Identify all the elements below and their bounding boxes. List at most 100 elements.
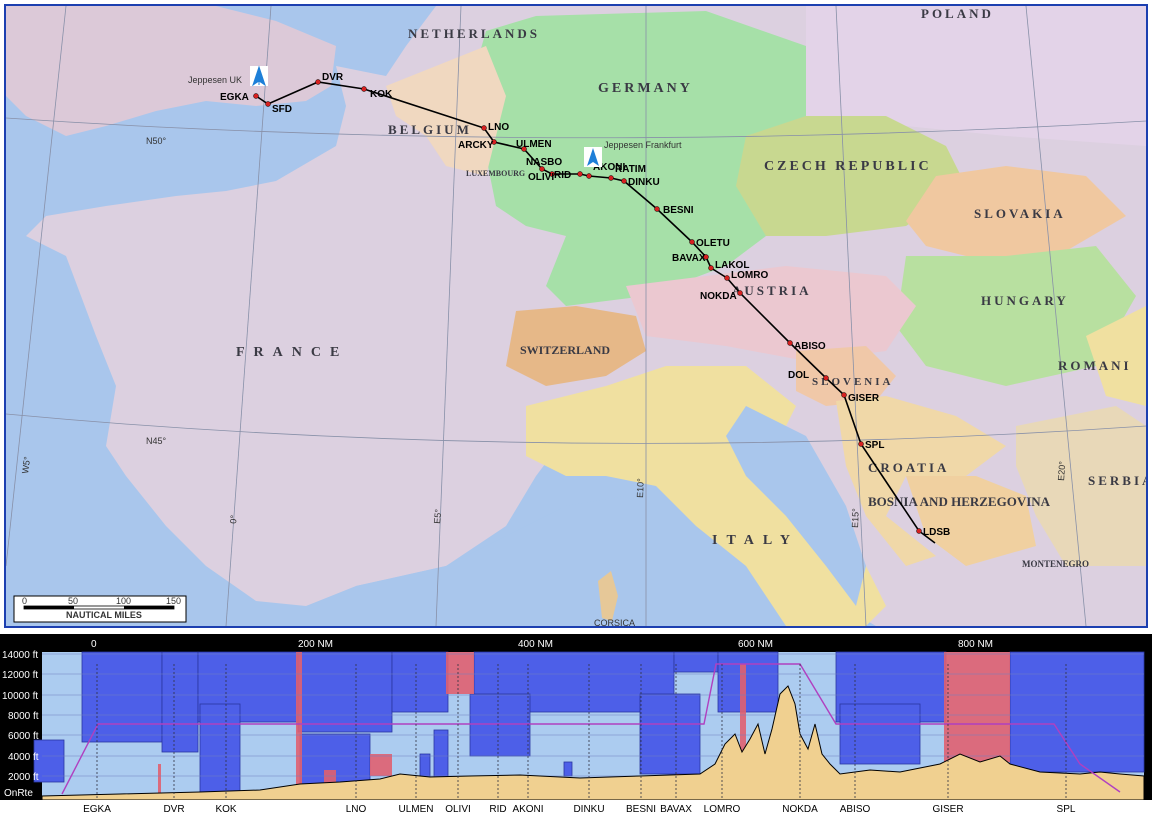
map-waypoint-arcky[interactable]: ARCKY xyxy=(458,139,497,152)
waypoint-marker[interactable] xyxy=(787,340,793,346)
waypoint-label: DVR xyxy=(322,72,344,83)
airspace-block[interactable] xyxy=(419,753,431,779)
profile-waypoint-lno[interactable]: LNO xyxy=(346,804,367,815)
profile-waypoint-ulmen[interactable]: ULMEN xyxy=(398,804,433,815)
restricted-airspace[interactable] xyxy=(158,764,161,794)
waypoint-marker[interactable] xyxy=(315,79,321,85)
airspace-block[interactable] xyxy=(433,729,449,781)
waypoint-label: DINKU xyxy=(628,177,660,188)
map-canvas[interactable]: POLAND NETHERLANDS GERMANY BELGIUM LUXEM… xyxy=(6,6,1146,626)
label-italy: ITALY xyxy=(712,533,799,548)
airspace-block[interactable] xyxy=(717,651,779,713)
waypoint-marker[interactable] xyxy=(654,206,660,212)
profile-waypoint-nokda[interactable]: NOKDA xyxy=(782,804,818,815)
waypoint-label: DOL xyxy=(788,370,809,381)
airspace-block[interactable] xyxy=(839,703,921,765)
gridlabel-e5: E5° xyxy=(432,508,443,524)
waypoint-marker[interactable] xyxy=(361,86,367,92)
airspace-block[interactable] xyxy=(391,651,449,713)
label-romania: ROMANI xyxy=(1058,358,1132,373)
map-waypoint-olivi[interactable]: OLIVI xyxy=(528,171,555,184)
waypoint-marker[interactable] xyxy=(253,93,259,99)
waypoint-label: BESNI xyxy=(663,205,694,216)
waypoint-marker[interactable] xyxy=(265,101,271,107)
map-waypoint-sfd[interactable]: SFD xyxy=(265,101,293,116)
label-czech: CZECH REPUBLIC xyxy=(764,159,932,174)
map-waypoint-dinku[interactable]: DINKU xyxy=(621,177,660,188)
airspace-block[interactable] xyxy=(673,651,719,673)
airspace-block[interactable] xyxy=(199,703,241,797)
distance-label-200: 200 NM xyxy=(298,639,333,650)
profile-waypoint-besni[interactable]: BESNI xyxy=(626,804,656,815)
profile-waypoint-dvr[interactable]: DVR xyxy=(163,804,184,815)
airspace-block[interactable] xyxy=(161,651,199,753)
map-waypoint-bavax[interactable]: BAVAX xyxy=(672,253,709,264)
waypoint-marker[interactable] xyxy=(586,173,592,179)
distance-axis: 0 200 NM 400 NM 600 NM 800 NM xyxy=(91,639,993,650)
profile-waypoint-kok[interactable]: KOK xyxy=(215,804,236,815)
profile-waypoint-abiso[interactable]: ABISO xyxy=(840,804,871,815)
profile-waypoint-spl[interactable]: SPL xyxy=(1057,804,1076,815)
profile-waypoint-dinku[interactable]: DINKU xyxy=(573,804,604,815)
label-austria: AUSTRIA xyxy=(732,283,812,298)
map-waypoint-lomro[interactable]: LOMRO xyxy=(724,270,769,281)
waypoint-marker[interactable] xyxy=(916,528,922,534)
scale-tick-50: 50 xyxy=(68,596,78,606)
map-waypoint-nokda[interactable]: NOKDA xyxy=(700,290,743,303)
waypoint-label: LDSB xyxy=(923,527,950,538)
profile-waypoint-egka[interactable]: EGKA xyxy=(83,804,111,815)
profile-waypoint-bavax[interactable]: BAVAX xyxy=(660,804,692,815)
label-belgium: BELGIUM xyxy=(388,122,472,137)
airspace-block[interactable] xyxy=(297,651,393,733)
distance-label-800: 800 NM xyxy=(958,639,993,650)
airspace-block[interactable] xyxy=(563,761,573,777)
map-waypoint-ulmen[interactable]: ULMEN xyxy=(516,139,552,152)
waypoint-marker[interactable] xyxy=(708,265,714,271)
airspace-block[interactable] xyxy=(469,693,531,757)
waypoint-marker[interactable] xyxy=(621,178,627,184)
profile-waypoint-giser[interactable]: GISER xyxy=(932,804,963,815)
profile-waypoint-olivi[interactable]: OLIVI xyxy=(445,804,471,815)
gridlabel-e15: E15° xyxy=(850,508,861,528)
map-waypoint-oletu[interactable]: OLETU xyxy=(689,238,730,249)
waypoint-label: BAVAX xyxy=(672,253,706,264)
waypoint-marker[interactable] xyxy=(724,275,730,281)
waypoint-marker[interactable] xyxy=(608,175,614,181)
profile-waypoint-lomro[interactable]: LOMRO xyxy=(704,804,741,815)
vertical-profile[interactable]: 0 200 NM 400 NM 600 NM 800 NM 14000 ft 1… xyxy=(0,634,1152,817)
airspace-block[interactable] xyxy=(81,651,163,743)
office-frankfurt-label: Jeppesen Frankfurt xyxy=(604,140,682,150)
label-hungary: HUNGARY xyxy=(981,293,1069,308)
route-map[interactable]: POLAND NETHERLANDS GERMANY BELGIUM LUXEM… xyxy=(4,4,1148,628)
scale-label: NAUTICAL MILES xyxy=(66,610,142,620)
waypoint-label: ABISO xyxy=(794,341,826,352)
gridlabel-n45: N45° xyxy=(146,436,167,446)
map-waypoint-giser[interactable]: GISER xyxy=(841,392,880,405)
office-uk-label: Jeppesen UK xyxy=(188,75,242,85)
waypoint-marker[interactable] xyxy=(858,441,864,447)
distance-label-0: 0 xyxy=(91,639,97,650)
profile-waypoint-akoni[interactable]: AKONI xyxy=(512,804,543,815)
gridlabel-e10: E10° xyxy=(635,478,646,498)
label-montenegro: MONTENEGRO xyxy=(1022,559,1089,569)
label-france: FRANCE xyxy=(236,345,348,360)
waypoint-marker[interactable] xyxy=(481,125,487,131)
restricted-airspace[interactable] xyxy=(296,652,302,794)
airspace-block[interactable] xyxy=(1009,651,1145,773)
profile-waypoint-rid[interactable]: RID xyxy=(489,804,506,815)
map-waypoint-abiso[interactable]: ABISO xyxy=(787,340,826,353)
airspace-block[interactable] xyxy=(639,693,701,775)
waypoint-label: NOKDA xyxy=(700,291,737,302)
waypoint-marker[interactable] xyxy=(823,375,829,381)
waypoint-label: NASBO xyxy=(526,157,562,168)
restricted-airspace[interactable] xyxy=(446,652,474,694)
restricted-airspace[interactable] xyxy=(944,652,1010,762)
waypoint-marker[interactable] xyxy=(841,392,847,398)
restricted-airspace[interactable] xyxy=(370,754,392,776)
waypoint-label: SPL xyxy=(865,440,884,451)
waypoint-marker[interactable] xyxy=(577,171,583,177)
waypoint-marker[interactable] xyxy=(737,290,743,296)
profile-canvas[interactable]: 0 200 NM 400 NM 600 NM 800 NM 14000 ft 1… xyxy=(0,634,1152,817)
altitude-label-8000: 8000 ft xyxy=(8,711,39,722)
waypoint-marker[interactable] xyxy=(689,239,695,245)
